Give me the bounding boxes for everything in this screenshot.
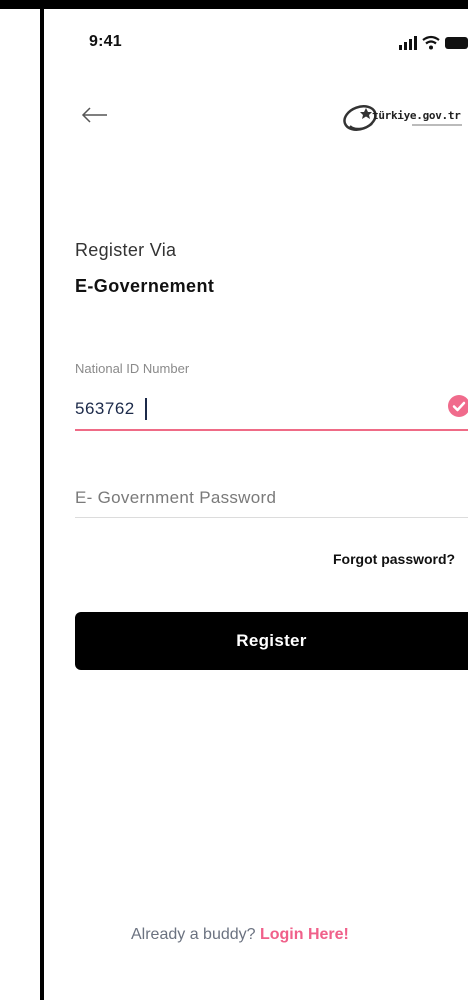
logo-underline <box>412 124 462 126</box>
back-arrow-icon[interactable] <box>80 100 110 130</box>
text-caret <box>144 398 147 420</box>
status-icons <box>399 35 468 50</box>
logo-text: türkiye.gov.tr <box>372 109 461 122</box>
login-here-link[interactable]: Login Here! <box>260 926 349 943</box>
device-frame-top <box>0 0 468 9</box>
national-id-underline <box>75 429 468 431</box>
login-prompt-text: Already a buddy? <box>131 926 256 943</box>
e-government-password-input[interactable] <box>75 478 468 518</box>
battery-icon <box>445 37 468 49</box>
heading-line1: Register Via <box>75 240 177 260</box>
login-prompt: Already a buddy? Login Here! <box>131 926 349 944</box>
phone-screen: 9:41 türkiye.gov.tr Register Via E-Gover… <box>0 0 468 1000</box>
device-frame-margin <box>0 0 40 1000</box>
national-id-input[interactable]: 563762 <box>75 396 147 422</box>
status-time: 9:41 <box>89 33 122 50</box>
heading-line2: E-Governement <box>75 276 215 296</box>
wifi-icon <box>422 35 440 50</box>
national-id-label: National ID Number <box>75 361 190 376</box>
signal-icon <box>399 36 417 50</box>
forgot-password-link[interactable]: Forgot password? <box>333 551 455 567</box>
register-button[interactable]: Register <box>75 612 468 670</box>
check-circle-icon <box>448 395 468 417</box>
national-id-value[interactable]: 563762 <box>75 399 135 419</box>
